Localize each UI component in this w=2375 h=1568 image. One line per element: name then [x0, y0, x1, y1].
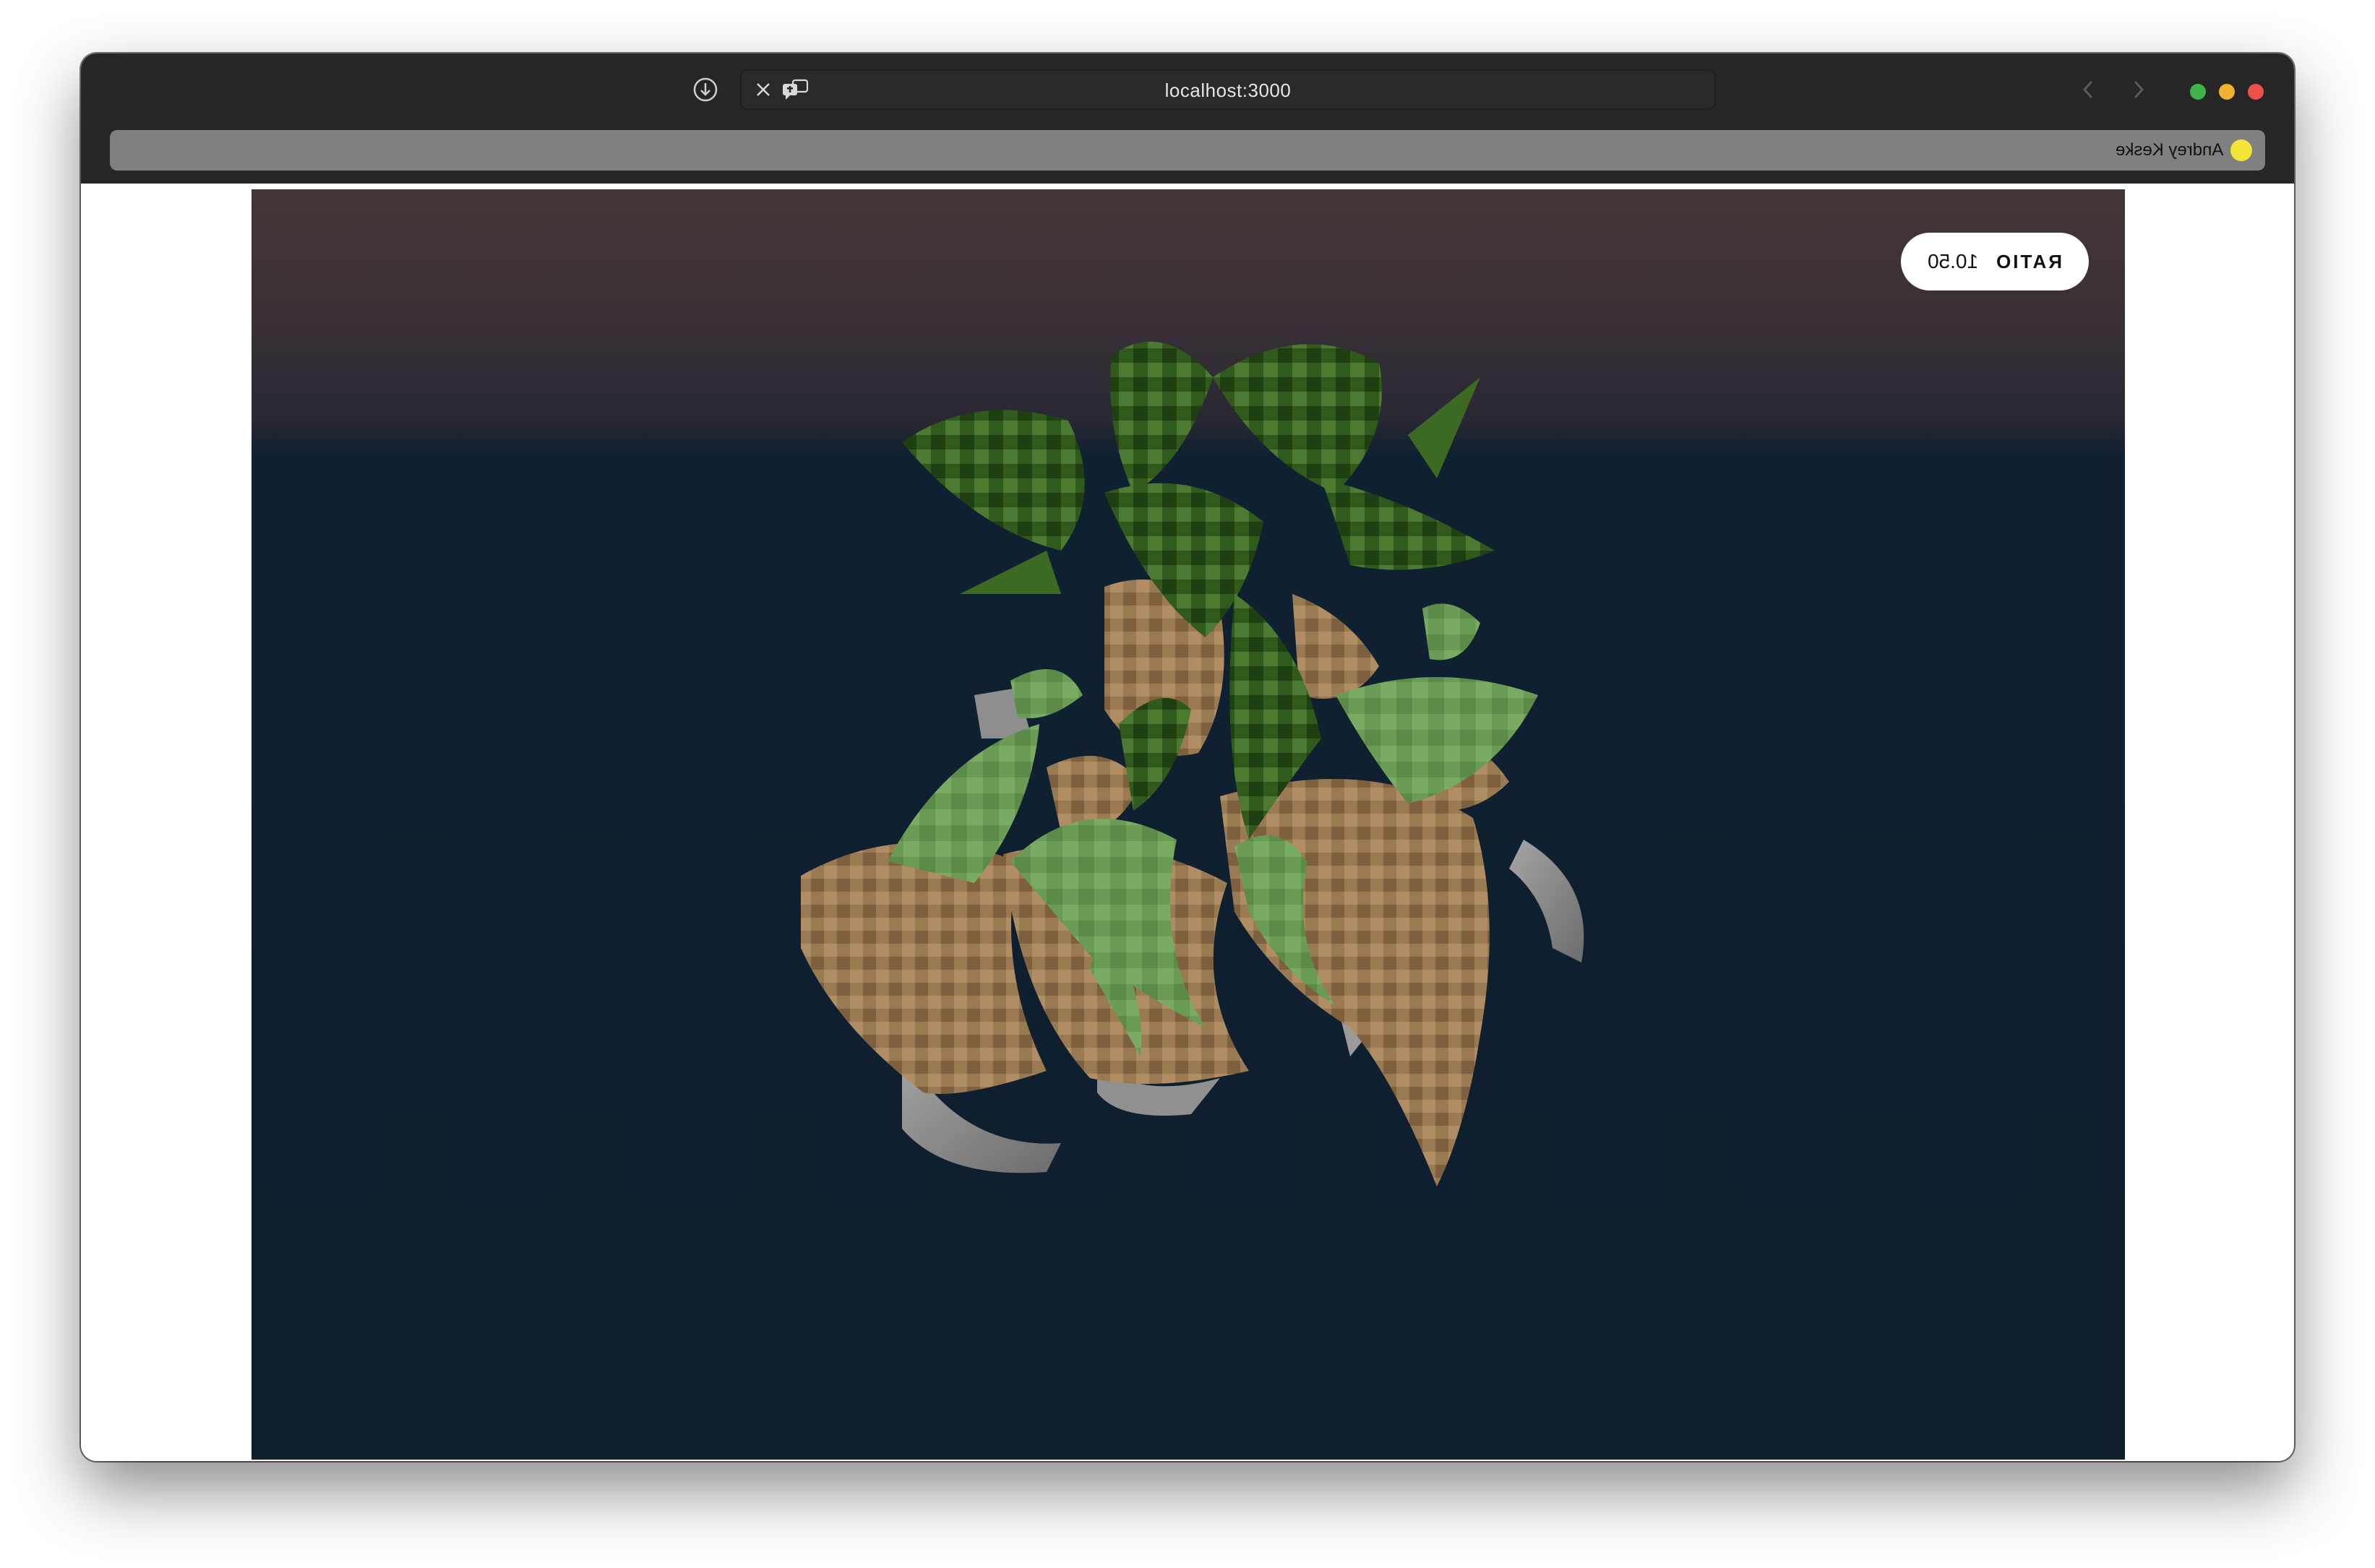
profile-avatar	[2230, 139, 2252, 161]
browser-window: localhost:3000 Andrey Keske RATIO 10.50	[81, 53, 2294, 1461]
ratio-value[interactable]: 10.50	[1928, 250, 1978, 273]
profile-name: Andrey Keske	[2115, 140, 2223, 160]
page-content: RATIO 10.50	[81, 184, 2294, 1461]
desktop: localhost:3000 Andrey Keske RATIO 10.50	[0, 0, 2375, 1568]
minimize-window-button[interactable]	[2219, 84, 2235, 100]
3d-canvas[interactable]: RATIO 10.50	[252, 189, 2125, 1460]
profile-indicator[interactable]: Andrey Keske	[2116, 137, 2252, 163]
title-bar: localhost:3000 Andrey Keske	[81, 53, 2294, 184]
translate-icon[interactable]	[776, 69, 815, 110]
zoom-window-button[interactable]	[2190, 84, 2206, 100]
address-bar[interactable]: localhost:3000	[740, 69, 1716, 110]
tree-scene	[801, 341, 1584, 1186]
close-window-button[interactable]	[2248, 84, 2264, 100]
url-text: localhost:3000	[1164, 79, 1292, 101]
chevron-right-icon[interactable]	[2123, 75, 2152, 104]
download-icon[interactable]	[691, 75, 720, 104]
tab-strip: Andrey Keske	[110, 130, 2265, 171]
ratio-control[interactable]: RATIO 10.50	[1901, 233, 2089, 290]
chevron-left-icon[interactable]	[2074, 75, 2103, 104]
ratio-label: RATIO	[1994, 250, 2063, 272]
